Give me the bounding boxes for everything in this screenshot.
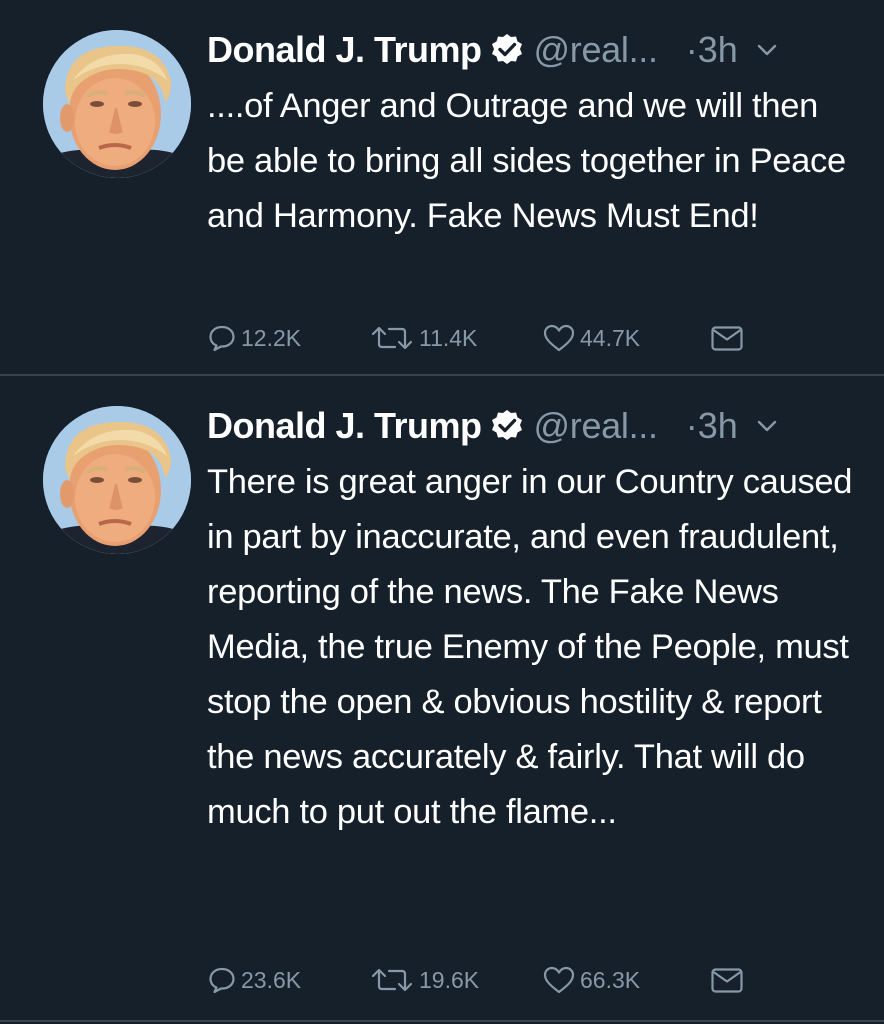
tweet-text: ....of Anger and Outrage and we will the… xyxy=(207,87,846,235)
reply-button[interactable]: 12.2K xyxy=(207,323,301,353)
tweet[interactable]: Donald J. Trump @real... ·3h ....of Ange… xyxy=(0,0,884,376)
avatar[interactable] xyxy=(43,406,191,554)
like-count: 44.7K xyxy=(580,324,641,351)
retweet-icon xyxy=(371,326,413,350)
reply-button[interactable]: 23.6K xyxy=(207,965,301,995)
tweet[interactable]: Donald J. Trump @real... ·3h There is gr… xyxy=(0,376,884,1024)
avatar[interactable] xyxy=(43,30,191,178)
avatar-portrait-icon xyxy=(43,406,191,554)
tweet-timestamp[interactable]: ·3h xyxy=(686,29,738,71)
tweet-text: There is great anger in our Country caus… xyxy=(207,463,853,831)
like-count: 66.3K xyxy=(580,966,641,993)
author-name[interactable]: Donald J. Trump xyxy=(207,405,482,447)
like-button[interactable]: 66.3K xyxy=(542,965,640,995)
envelope-icon xyxy=(711,326,743,351)
share-button[interactable] xyxy=(710,323,748,353)
author-handle[interactable]: @real... xyxy=(534,29,658,71)
verified-badge-icon xyxy=(490,409,524,443)
divider xyxy=(0,1020,884,1022)
chevron-down-icon[interactable] xyxy=(754,413,780,439)
heart-icon xyxy=(543,324,575,352)
like-button[interactable]: 44.7K xyxy=(542,323,640,353)
reply-count: 23.6K xyxy=(241,966,302,993)
tweet-timestamp[interactable]: ·3h xyxy=(686,405,738,447)
tweet-header: Donald J. Trump @real... ·3h xyxy=(207,400,780,452)
tweet-header: Donald J. Trump @real... ·3h xyxy=(207,24,780,76)
retweet-icon xyxy=(371,968,413,992)
verified-badge-icon xyxy=(490,33,524,67)
chevron-down-icon[interactable] xyxy=(754,37,780,63)
timeline: Donald J. Trump @real... ·3h ....of Ange… xyxy=(0,0,884,1024)
retweet-count: 19.6K xyxy=(419,966,480,993)
author-name[interactable]: Donald J. Trump xyxy=(207,29,482,71)
retweet-count: 11.4K xyxy=(419,324,478,351)
reply-icon xyxy=(209,325,235,352)
avatar-portrait-icon xyxy=(43,30,191,178)
heart-icon xyxy=(543,966,575,994)
share-button[interactable] xyxy=(710,965,748,995)
retweet-button[interactable]: 19.6K xyxy=(369,965,479,995)
author-handle[interactable]: @real... xyxy=(534,405,658,447)
retweet-button[interactable]: 11.4K xyxy=(369,323,477,353)
envelope-icon xyxy=(711,968,743,993)
reply-icon xyxy=(209,967,235,994)
reply-count: 12.2K xyxy=(241,324,302,351)
